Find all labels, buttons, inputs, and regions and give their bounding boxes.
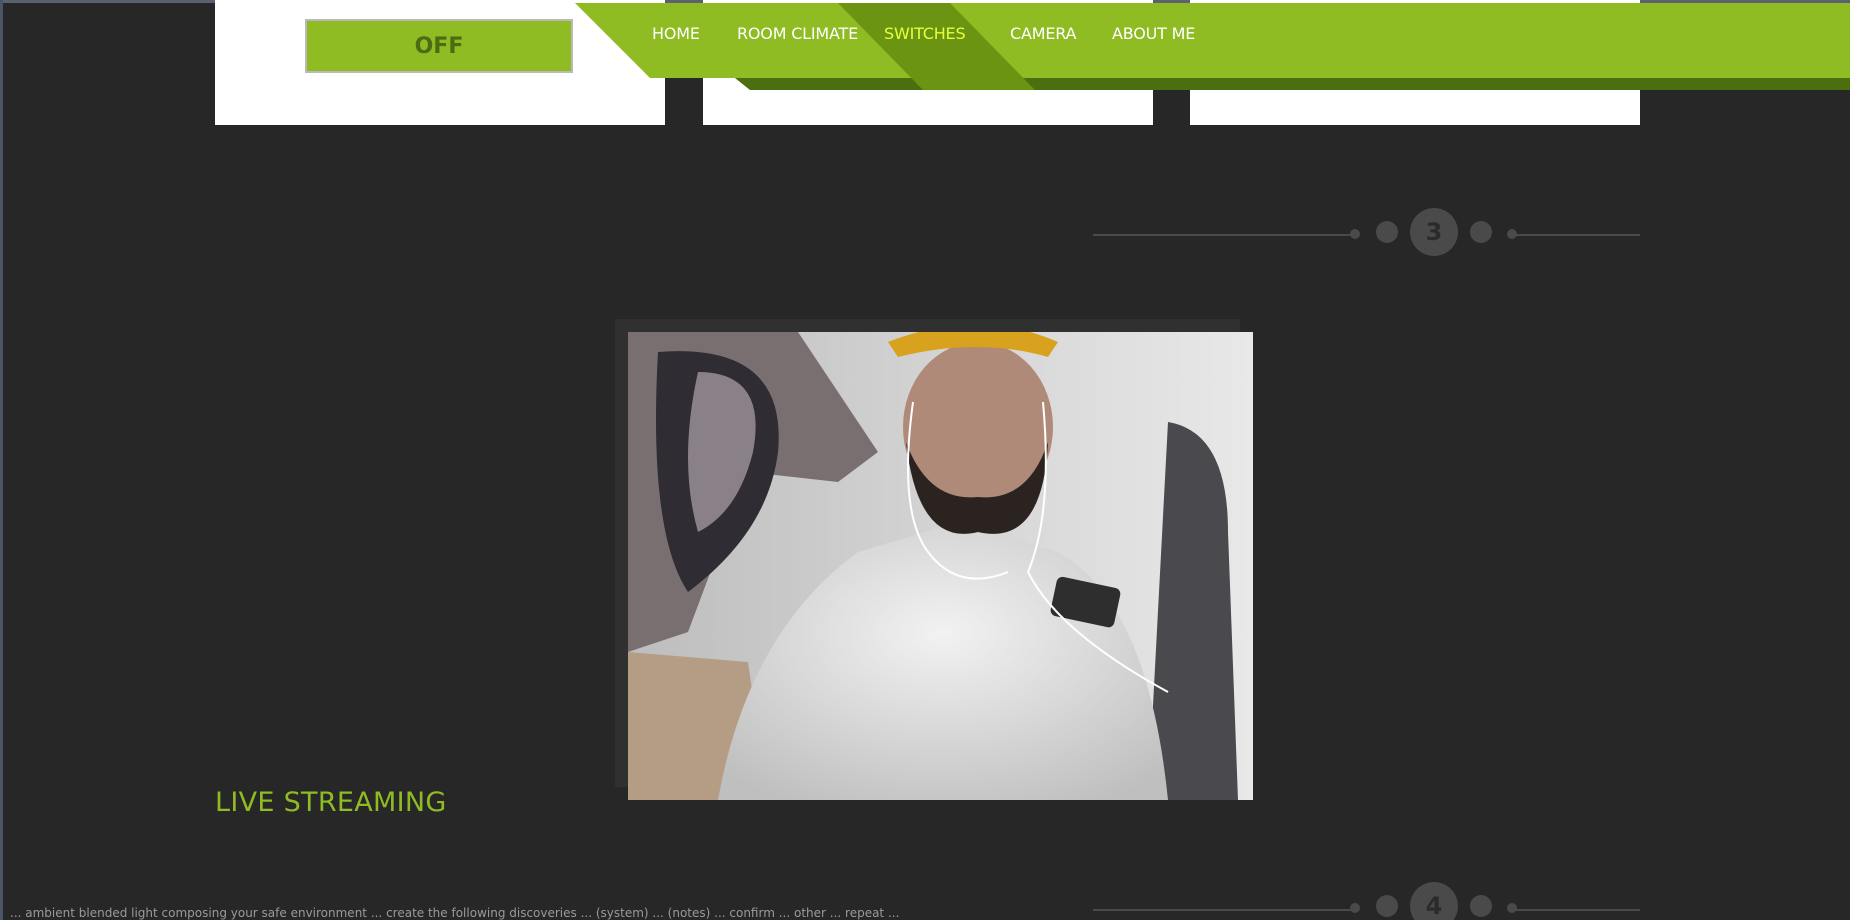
camera-feed-image <box>628 332 1253 800</box>
pager-current-number[interactable]: 3 <box>1410 218 1458 246</box>
pager-section-3 <box>1093 208 1640 256</box>
section-title-live-streaming: LIVE STREAMING <box>215 787 447 818</box>
page-footer-text: ... ambient blended light composing your… <box>10 906 900 920</box>
